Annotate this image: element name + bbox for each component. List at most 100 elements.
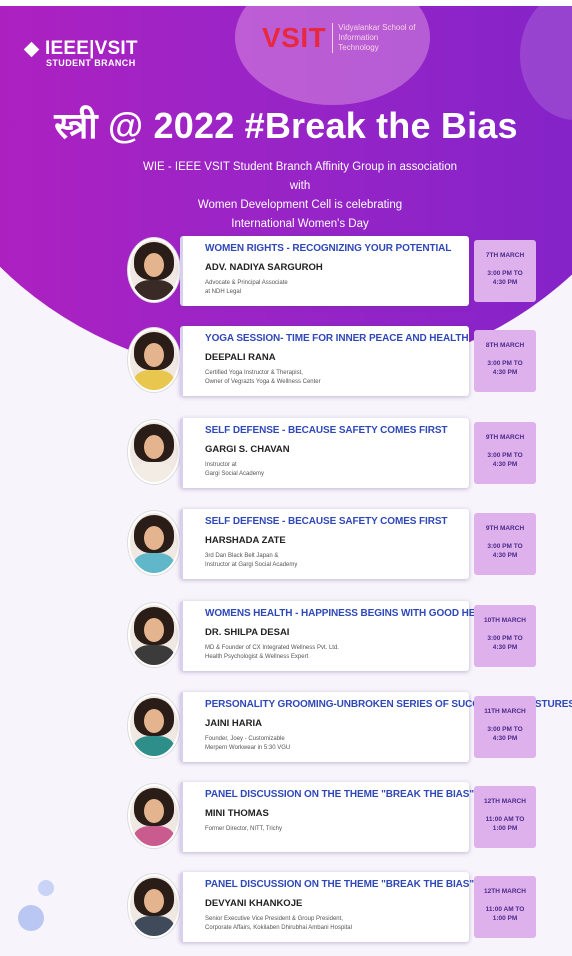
event-title: SELF DEFENSE - BECAUSE SAFETY COMES FIRS… [205,425,448,436]
event-time: 3:00 PM TO 4:30 PM [474,359,536,377]
vsit-logo-mark: VSIT [262,22,327,53]
event-date: 9TH MARCH [485,525,525,532]
event-time-end: 1:00 PM [492,915,518,922]
speaker-photo-attire [134,826,174,846]
speaker-photo-face [144,799,164,823]
subtitle: WIE - IEEE VSIT Student Branch Affinity … [140,158,460,234]
speaker-role: Advocate & Principal Associate at NDH Le… [205,279,455,297]
event-date: 12TH MARCH [484,798,526,805]
event-date-box: 9TH MARCH 3:00 PM TO 4:30 PM [474,513,536,575]
top-border [0,0,572,6]
event-date: 12TH MARCH [484,888,526,895]
speaker-photo-face [144,889,164,913]
speaker-photo-attire [134,462,174,482]
speaker-role-line: Instructor at Gargi Social Academy [205,562,298,568]
event-item: PANEL DISCUSSION ON THE THEME "BREAK THE… [0,778,572,860]
speaker-role-line: Founder, Joey - Customizable [205,736,285,742]
event-item: SELF DEFENSE - BECAUSE SAFETY COMES FIRS… [0,505,572,587]
event-date-box: 12TH MARCH 11:00 AM TO 1:00 PM [474,786,536,848]
event-time: 3:00 PM TO 4:30 PM [474,542,536,560]
speaker-photo-face [144,253,164,277]
speaker-role: Former Director, NITT, Trichy [205,825,455,834]
event-date: 10TH MARCH [484,617,526,624]
event-item: WOMEN RIGHTS - RECOGNIZING YOUR POTENTIA… [0,232,572,314]
speaker-role-line: 3rd Dan Black Belt Japan & [205,553,279,559]
speaker-photo [128,603,180,667]
event-time-end: 4:30 PM [492,644,518,651]
ieee-diamond-icon [23,41,40,57]
event-time: 11:00 AM TO 1:00 PM [474,815,536,833]
event-item: PANEL DISCUSSION ON THE THEME "BREAK THE… [0,868,572,950]
event-time-start: 3:00 PM TO [487,543,523,550]
event-time-end: 4:30 PM [492,279,518,286]
event-title: WOMEN RIGHTS - RECOGNIZING YOUR POTENTIA… [205,243,452,254]
speaker-role-line: Advocate & Principal Associate [205,280,288,286]
event-date: 9TH MARCH [485,434,525,441]
speaker-photo-face [144,435,164,459]
speaker-name: DR. SHILPA DESAI [205,627,290,638]
vsit-logo: VSIT Vidyalankar School of Information T… [262,22,418,54]
event-date-box: 10TH MARCH 3:00 PM TO 4:30 PM [474,605,536,667]
event-card: PANEL DISCUSSION ON THE THEME "BREAK THE… [180,872,474,942]
event-date-box: 12TH MARCH 11:00 AM TO 1:00 PM [474,876,536,938]
speaker-role-line: Owner of Vegrazts Yoga & Wellness Center [205,379,321,385]
event-title: PANEL DISCUSSION ON THE THEME "BREAK THE… [205,789,474,800]
event-time-start: 3:00 PM TO [487,726,523,733]
subtitle-line: WIE - IEEE VSIT Student Branch Affinity … [142,161,458,192]
subtitle-line: Women Development Cell is celebrating [197,199,403,211]
speaker-role-line: Corporate Affairs, Kokilaben Dhirubhai A… [205,925,352,931]
speaker-role-line: Gargi Social Academy [205,471,265,477]
event-time-end: 1:00 PM [492,825,518,832]
ieee-logo: IEEE|VSIT STUDENT BRANCH [23,38,138,68]
event-item: SELF DEFENSE - BECAUSE SAFETY COMES FIRS… [0,414,572,496]
event-date-box: 7TH MARCH 3:00 PM TO 4:30 PM [474,240,536,302]
event-title: PANEL DISCUSSION ON THE THEME "BREAK THE… [205,879,474,890]
ieee-logo-text: IEEE|VSIT [45,38,138,59]
event-date-box: 11TH MARCH 3:00 PM TO 4:30 PM [474,696,536,758]
event-time: 3:00 PM TO 4:30 PM [474,725,536,743]
event-date: 8TH MARCH [485,342,525,349]
speaker-name: JAINI HARIA [205,718,263,729]
speaker-photo-attire [134,916,174,936]
event-title: YOGA SESSION- TIME FOR INNER PEACE AND H… [205,333,469,344]
speaker-role-line: Former Director, NITT, Trichy [205,826,283,832]
event-time-start: 3:00 PM TO [487,635,523,642]
speaker-photo-attire [134,736,174,756]
speaker-role: 3rd Dan Black Belt Japan & Instructor at… [205,552,455,570]
speaker-photo [128,694,180,758]
speaker-role: Certified Yoga Instructor & Therapist, O… [205,369,455,387]
event-item: YOGA SESSION- TIME FOR INNER PEACE AND H… [0,322,572,404]
speaker-photo-face [144,526,164,550]
event-card: SELF DEFENSE - BECAUSE SAFETY COMES FIRS… [180,418,469,488]
event-time-start: 3:00 PM TO [487,360,523,367]
speaker-photo-attire [134,280,174,300]
event-title: WOMENS HEALTH - HAPPINESS BEGINS WITH GO… [205,608,501,619]
event-card: WOMENS HEALTH - HAPPINESS BEGINS WITH GO… [180,601,501,671]
speaker-photo-face [144,343,164,367]
event-card: WOMEN RIGHTS - RECOGNIZING YOUR POTENTIA… [180,236,469,306]
speaker-name: ADV. NADIYA SARGUROH [205,262,323,273]
speaker-role: Senior Executive Vice President & Group … [205,915,455,933]
speaker-name: GARGI S. CHAVAN [205,444,290,455]
event-date-box: 9TH MARCH 3:00 PM TO 4:30 PM [474,422,536,484]
event-date-box: 8TH MARCH 3:00 PM TO 4:30 PM [474,330,536,392]
event-card: PANEL DISCUSSION ON THE THEME "BREAK THE… [180,782,474,852]
event-time-start: 11:00 AM TO [485,816,525,823]
speaker-name: HARSHADA ZATE [205,535,286,546]
speaker-photo [128,511,180,575]
headline-text: @ 2022 #Break the Bias [97,105,518,146]
speaker-photo [128,784,180,848]
speaker-photo [128,328,180,392]
ieee-logo-subtitle: STUDENT BRANCH [46,58,136,68]
event-title: SELF DEFENSE - BECAUSE SAFETY COMES FIRS… [205,516,448,527]
event-item: WOMENS HEALTH - HAPPINESS BEGINS WITH GO… [0,597,572,679]
speaker-role-line: Merpern Workwear in 5:30 VGU [205,745,291,751]
event-date: 11TH MARCH [484,708,526,715]
speaker-role: Founder, Joey - Customizable Merpern Wor… [205,735,455,753]
speaker-role-line: Instructor at [205,462,237,468]
headline: स्त्री @ 2022 #Break the Bias [0,100,572,149]
speaker-photo-attire [134,645,174,665]
event-time-end: 4:30 PM [492,552,518,559]
event-time-start: 11:00 AM TO [485,906,525,913]
event-card: PERSONALITY GROOMING-UNBROKEN SERIES OF … [180,692,572,762]
